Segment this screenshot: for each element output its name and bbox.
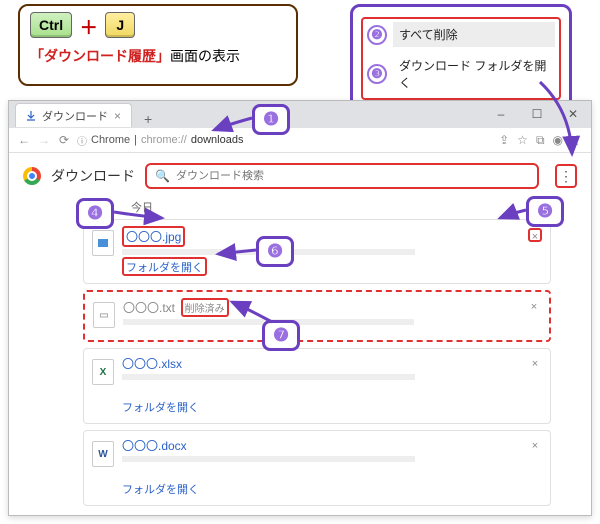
profile-icon[interactable]: ◉ — [553, 133, 563, 148]
plus-icon: ＋ — [80, 18, 98, 38]
extensions-icon[interactable]: ⧉ — [536, 133, 545, 148]
secure-icon: ⓘ — [77, 133, 87, 148]
file-icon-image — [92, 230, 114, 256]
page-menu-outline: ⋮ — [555, 164, 577, 188]
remove-item-button[interactable]: × — [528, 357, 542, 371]
shortcut-box: Ctrl ＋ J 「ダウンロード履歴」画面の表示 — [18, 4, 298, 86]
share-icon[interactable]: ⇪ — [499, 133, 509, 148]
download-list: 〇〇〇.jpg フォルダを開く × ▭ 〇〇〇.txt 削除済み × X 〇〇〇… — [83, 219, 551, 506]
file-icon-excel: X — [92, 359, 114, 385]
browser-menu-icon[interactable]: ⋮ — [571, 133, 583, 148]
badge-7: ❼ — [262, 320, 300, 351]
win-minimize[interactable]: – — [483, 101, 519, 127]
window-controls: – ☐ ✕ — [483, 101, 591, 127]
nav-back[interactable]: ← — [17, 133, 31, 147]
download-icon — [26, 111, 36, 121]
file-link[interactable]: 〇〇〇.jpg — [126, 230, 181, 244]
file-icon-text: ▭ — [93, 302, 115, 328]
badge-6: ❻ — [256, 236, 294, 267]
section-date: 今日 — [131, 199, 577, 215]
page-menu-button[interactable]: ⋮ — [559, 168, 573, 185]
nav-forward[interactable]: → — [37, 133, 51, 147]
search-input[interactable] — [176, 170, 529, 182]
url-prefix: chrome:// — [141, 134, 187, 146]
win-maximize[interactable]: ☐ — [519, 101, 555, 127]
search-icon: 🔍 — [155, 169, 170, 183]
remove-item-button[interactable]: × — [528, 228, 542, 242]
file-icon-word: W — [92, 441, 114, 467]
file-name-deleted: 〇〇〇.txt — [123, 301, 175, 315]
url-path: downloads — [191, 134, 244, 146]
badge-3: ❸ — [367, 64, 387, 84]
new-tab-button[interactable]: + — [138, 111, 158, 127]
context-menu-preview: ❷ すべて削除 ❸ ダウンロード フォルダを開く — [350, 4, 572, 113]
download-item: X 〇〇〇.xlsx フォルダを開く × — [83, 348, 551, 424]
key-j: J — [105, 12, 135, 38]
open-folder-link[interactable]: フォルダを開く — [122, 399, 199, 415]
remove-item-button[interactable]: × — [527, 300, 541, 314]
remove-item-button[interactable]: × — [528, 439, 542, 453]
url-field[interactable]: ⓘ Chrome | chrome://downloads — [77, 133, 493, 148]
badge-4: ❹ — [76, 198, 114, 229]
win-close[interactable]: ✕ — [555, 101, 591, 127]
download-item: 〇〇〇.jpg フォルダを開く × — [83, 219, 551, 284]
file-url-placeholder — [122, 374, 415, 380]
page-title: ダウンロード — [51, 166, 135, 186]
badge-5: ❺ — [526, 196, 564, 227]
file-url-placeholder — [122, 456, 415, 462]
chrome-logo-icon — [23, 167, 41, 185]
tab-label: ダウンロード — [42, 108, 108, 124]
search-wrap: 🔍 — [145, 163, 539, 189]
url-secure-label: Chrome — [91, 134, 130, 146]
menu-item-open-downloads-folder[interactable]: ダウンロード フォルダを開く — [393, 53, 555, 95]
download-item-deleted: ▭ 〇〇〇.txt 削除済み × — [83, 290, 551, 342]
tab-downloads[interactable]: ダウンロード × — [15, 103, 132, 127]
tab-close-icon[interactable]: × — [114, 109, 121, 123]
key-ctrl: Ctrl — [30, 12, 72, 38]
file-link[interactable]: 〇〇〇.xlsx — [122, 357, 182, 371]
browser-window: ダウンロード × + – ☐ ✕ ← → ⟳ ⓘ Chrome | chrome… — [8, 100, 592, 516]
tab-bar: ダウンロード × + – ☐ ✕ — [9, 101, 591, 127]
address-bar: ← → ⟳ ⓘ Chrome | chrome://downloads ⇪ ☆ … — [9, 127, 591, 153]
deleted-label: 削除済み — [181, 298, 229, 317]
menu-item-delete-all[interactable]: すべて削除 — [393, 22, 555, 47]
file-link[interactable]: 〇〇〇.docx — [122, 439, 187, 453]
open-folder-link[interactable]: フォルダを開く — [126, 259, 203, 275]
shortcut-caption: 「ダウンロード履歴」画面の表示 — [30, 46, 286, 66]
badge-1: ❶ — [252, 104, 290, 135]
open-folder-link[interactable]: フォルダを開く — [122, 481, 199, 497]
download-item: W 〇〇〇.docx フォルダを開く × — [83, 430, 551, 506]
star-icon[interactable]: ☆ — [517, 133, 528, 148]
nav-reload[interactable]: ⟳ — [57, 133, 71, 147]
badge-2: ❷ — [367, 25, 387, 45]
